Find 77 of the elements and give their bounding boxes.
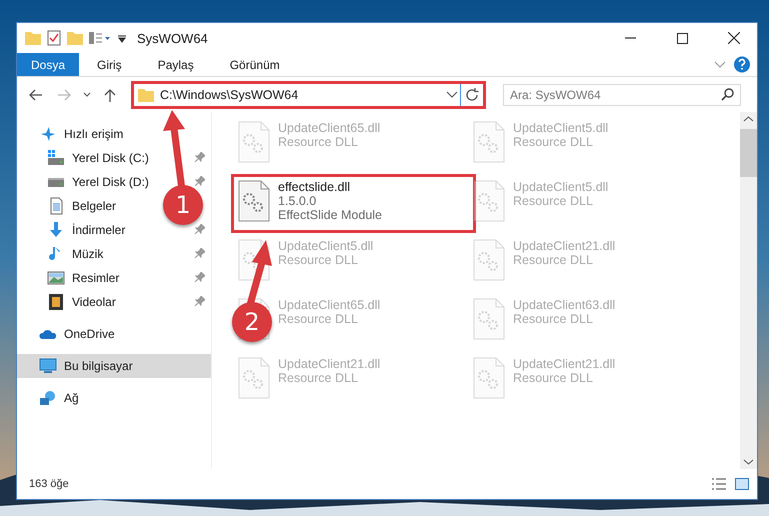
sidebar-item[interactable]: OneDrive <box>17 322 121 346</box>
customize-caret-icon[interactable] <box>117 33 127 43</box>
file-detail: Resource DLL <box>278 371 359 385</box>
close-icon <box>728 32 740 44</box>
file-detail: 1.5.0.0 <box>278 194 318 208</box>
window-title: SysWOW64 <box>137 30 209 46</box>
forward-arrow-icon <box>57 88 71 100</box>
folder-icon <box>138 88 154 102</box>
scrollbar[interactable] <box>740 112 757 469</box>
pin-icon[interactable] <box>195 248 205 258</box>
download-arrow-icon <box>47 221 65 239</box>
picture-icon <box>47 269 65 287</box>
file-name: UpdateClient65.dll <box>278 298 380 312</box>
gear-file-icon <box>473 298 505 340</box>
globe-computer-icon <box>39 389 57 407</box>
gear-file-icon <box>473 239 505 281</box>
search-icon <box>721 88 734 101</box>
file-detail: Resource DLL <box>278 135 359 149</box>
gear-file-icon <box>473 180 505 222</box>
large-icons-view-icon[interactable] <box>735 478 749 490</box>
file-detail: Resource DLL <box>513 194 594 208</box>
file-detail: Resource DLL <box>513 312 594 326</box>
view-options-icon[interactable] <box>89 31 111 45</box>
sidebar-item[interactable]: Hızlı erişim <box>17 122 130 146</box>
dropdown-caret-icon[interactable] <box>444 90 460 100</box>
file-detail: Resource DLL <box>513 253 594 267</box>
file-tile[interactable]: effectslide.dll 1.5.0.0 EffectSlide Module <box>231 174 476 233</box>
drive-icon <box>47 149 65 167</box>
maximize-icon <box>676 32 688 44</box>
file-detail: EffectSlide Module <box>278 208 382 222</box>
file-detail: Resource DLL <box>513 135 594 149</box>
sidebar-item[interactable]: Müzik <box>17 242 211 266</box>
film-icon <box>47 293 65 311</box>
file-detail: Resource DLL <box>278 253 359 267</box>
sidebar-item[interactable]: Resimler <box>17 266 211 290</box>
gear-file-icon <box>238 180 270 222</box>
pin-icon[interactable] <box>195 176 205 186</box>
pin-icon[interactable] <box>195 152 205 162</box>
caret-icon <box>83 92 91 98</box>
sidebar-item[interactable]: Ağ <box>17 386 85 410</box>
address-bar[interactable]: C:\Windows\SysWOW64 <box>131 80 486 108</box>
scroll-thumb[interactable] <box>740 129 757 177</box>
file-name: UpdateClient5.dll <box>513 121 608 135</box>
file-name: UpdateClient5.dll <box>278 239 374 253</box>
gear-file-icon <box>238 121 270 163</box>
file-name: UpdateClient21.dll <box>513 239 616 253</box>
file-name: effectslide.dll <box>278 180 352 194</box>
file-detail: Resource DLL <box>278 312 359 326</box>
details-view-icon[interactable] <box>711 478 727 490</box>
search-field[interactable]: Ara: SysWOW64 <box>503 84 741 106</box>
gear-file-icon <box>238 357 270 399</box>
sidebar-item[interactable]: Videolar <box>17 290 211 314</box>
file-name: UpdateClient65.dll <box>278 121 380 135</box>
monitor-icon <box>39 357 57 375</box>
file-name: UpdateClient21.dll <box>513 357 616 371</box>
back-arrow-icon <box>29 88 43 100</box>
file-name: UpdateClient63.dll <box>513 298 616 312</box>
folder-icon <box>25 31 41 45</box>
minimize-icon <box>624 37 636 39</box>
file-name: UpdateClient21.dll <box>278 357 380 371</box>
pin-icon[interactable] <box>195 272 205 282</box>
sidebar-item[interactable]: Yerel Disk (C:) <box>17 146 211 170</box>
item-count: 163 öğe <box>29 478 69 490</box>
file-name: UpdateClient5.dll <box>513 180 608 194</box>
sidebar-item[interactable]: Bu bilgisayar <box>17 354 211 378</box>
new-folder-icon <box>67 31 83 45</box>
pin-icon[interactable] <box>195 296 205 306</box>
pin-icon[interactable] <box>195 224 205 234</box>
star-icon <box>39 125 57 143</box>
refresh-icon <box>465 88 479 102</box>
sidebar-item[interactable]: Belgeler <box>17 194 122 218</box>
gear-file-icon <box>473 357 505 399</box>
gear-file-icon <box>473 121 505 163</box>
file-tab[interactable]: Dosya <box>17 53 80 76</box>
up-arrow-icon <box>104 88 116 102</box>
file-detail: Resource DLL <box>513 371 594 385</box>
properties-icon[interactable] <box>47 30 61 46</box>
